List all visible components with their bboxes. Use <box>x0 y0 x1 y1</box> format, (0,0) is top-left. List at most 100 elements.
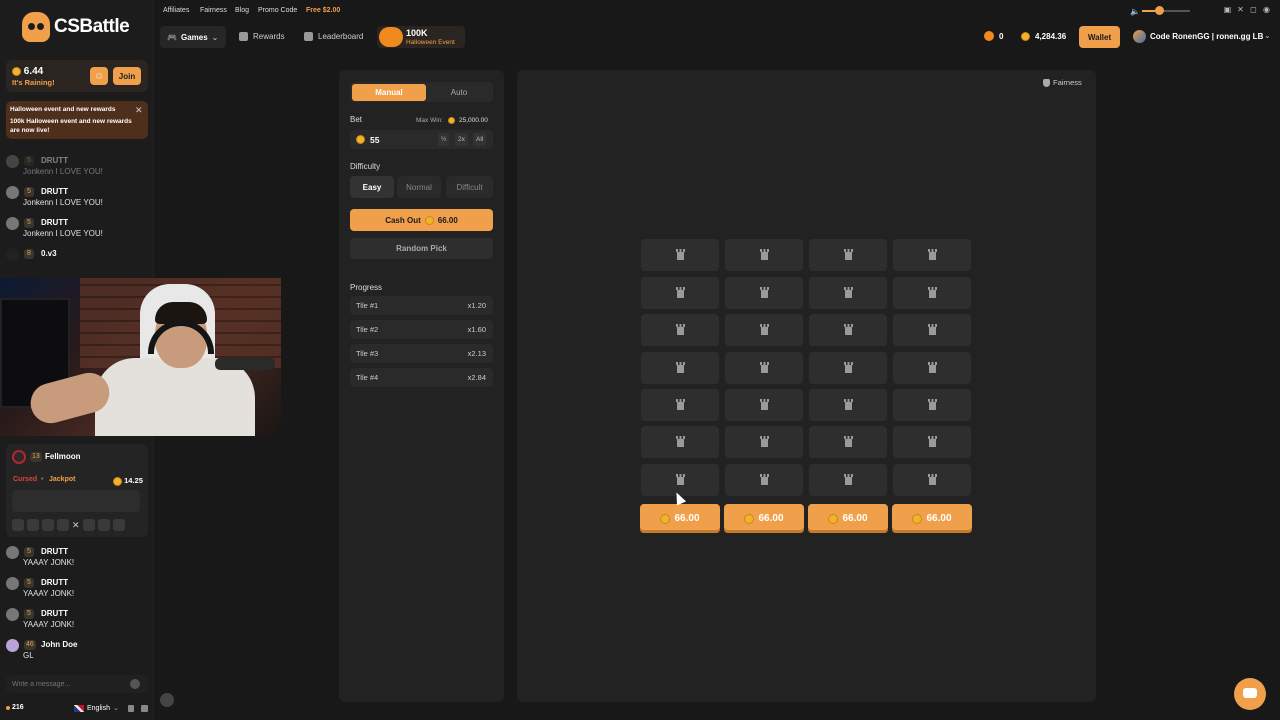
tower-tile[interactable] <box>893 464 971 496</box>
tower-tile[interactable] <box>725 464 803 496</box>
avatar[interactable] <box>6 186 19 199</box>
tower-tile[interactable] <box>893 314 971 346</box>
win-username[interactable]: Fellmoon <box>45 452 81 461</box>
chat-text: Jonkenn I LOVE YOU! <box>23 167 103 176</box>
emoji-icon[interactable] <box>130 679 140 689</box>
user-level: 5 <box>24 547 34 557</box>
avatar[interactable] <box>6 546 19 559</box>
tab-auto[interactable]: Auto <box>428 84 490 101</box>
tower-tile[interactable] <box>725 426 803 458</box>
tower-tile[interactable] <box>725 352 803 384</box>
chat-toggle-icon[interactable] <box>160 693 174 707</box>
tower-tile[interactable] <box>893 352 971 384</box>
difficulty-normal[interactable]: Normal <box>397 176 441 198</box>
tab-manual[interactable]: Manual <box>352 84 426 101</box>
tower-tile[interactable] <box>893 277 971 309</box>
close-icon[interactable]: ✕ <box>135 105 143 116</box>
win-amount-value: 14.25 <box>124 476 143 485</box>
affiliates-link[interactable]: Affiliates <box>163 7 189 14</box>
wallet-button[interactable]: Wallet <box>1079 26 1120 48</box>
settings-icon[interactable] <box>141 705 148 712</box>
chat-username[interactable]: DRUTT <box>41 156 68 165</box>
chat-username[interactable]: DRUTT <box>41 547 68 556</box>
chat-username[interactable]: DRUTT <box>41 609 68 618</box>
avatar[interactable] <box>1133 30 1146 43</box>
tower-tile[interactable] <box>725 277 803 309</box>
avatar[interactable] <box>12 450 26 464</box>
volume-slider-handle[interactable] <box>1155 6 1164 15</box>
rules-icon[interactable] <box>128 705 134 712</box>
difficulty-easy[interactable]: Easy <box>350 176 394 198</box>
steam-icon[interactable]: ◉ <box>1262 5 1271 14</box>
payout-tile[interactable]: 66.00 <box>892 504 972 533</box>
payout-value: 66.00 <box>842 513 868 524</box>
x-twitter-icon[interactable]: ✕ <box>1236 5 1245 14</box>
progress-multiplier: x2.13 <box>467 349 486 358</box>
chat-username[interactable]: DRUTT <box>41 218 68 227</box>
tower-tile[interactable] <box>809 426 887 458</box>
avatar[interactable] <box>6 248 19 261</box>
volume-icon[interactable]: 🔈 <box>1130 7 1140 16</box>
tower-tile[interactable] <box>641 352 719 384</box>
tower-tile[interactable] <box>641 389 719 421</box>
tower-tile[interactable] <box>809 352 887 384</box>
brand-logo[interactable]: CSBattle <box>22 10 152 44</box>
tower-tile[interactable] <box>893 389 971 421</box>
tower-tile[interactable] <box>893 426 971 458</box>
fairness-link[interactable]: Fairness <box>200 7 227 14</box>
tower-tile[interactable] <box>641 239 719 271</box>
avatar[interactable] <box>6 639 19 652</box>
promo-code-link[interactable]: Promo Code <box>258 7 297 14</box>
chat-username[interactable]: 0.v3 <box>41 249 57 258</box>
progress-tile: Tile #2 <box>356 325 379 334</box>
chat-username[interactable]: DRUTT <box>41 187 68 196</box>
bet-double-button[interactable]: 2x <box>455 133 468 146</box>
tower-tile[interactable] <box>641 314 719 346</box>
rain-join-button[interactable]: Join <box>113 67 141 85</box>
bet-all-button[interactable]: All <box>473 133 487 146</box>
tower-tile[interactable] <box>809 277 887 309</box>
chevron-down-icon[interactable]: ⌄ <box>1264 31 1271 40</box>
tower-tile[interactable] <box>725 389 803 421</box>
language-selector[interactable]: English ⌄ <box>74 704 119 712</box>
chat-message-input[interactable] <box>12 678 122 690</box>
rain-user-icon[interactable]: ☺ <box>90 67 108 85</box>
tower-tile[interactable] <box>809 464 887 496</box>
nav-rewards[interactable]: Rewards <box>239 32 285 41</box>
payout-tile[interactable]: 66.00 <box>640 504 720 533</box>
tower-tile[interactable] <box>725 239 803 271</box>
chat-username[interactable]: DRUTT <box>41 578 68 587</box>
account-username[interactable]: Code RonenGG | ronen.gg LB <box>1150 32 1263 41</box>
cash-out-button[interactable]: Cash Out 66.00 <box>350 209 493 231</box>
payout-tile[interactable]: 66.00 <box>808 504 888 533</box>
nav-games[interactable]: 🎮 Games ⌄ <box>160 26 226 48</box>
tower-tile[interactable] <box>809 314 887 346</box>
avatar[interactable] <box>6 577 19 590</box>
fairness-button[interactable]: Fairness <box>1043 78 1082 87</box>
discord-icon[interactable]: ▣ <box>1223 5 1232 14</box>
free-bonus-link[interactable]: Free $2.00 <box>306 7 340 14</box>
tower-tile[interactable] <box>641 277 719 309</box>
avatar[interactable] <box>6 608 19 621</box>
tower-tile[interactable] <box>809 239 887 271</box>
difficulty-difficult[interactable]: Difficult <box>446 176 493 198</box>
chat-username[interactable]: John Doe <box>41 640 77 649</box>
chevron-down-icon: ⌄ <box>211 32 219 42</box>
skin-icon <box>12 519 24 531</box>
random-pick-button[interactable]: Random Pick <box>350 238 493 259</box>
tower-tile[interactable] <box>809 389 887 421</box>
payout-tile[interactable]: 66.00 <box>724 504 804 533</box>
online-count: 216 <box>12 704 24 711</box>
tower-icon <box>844 324 853 335</box>
avatar[interactable] <box>6 217 19 230</box>
tower-tile[interactable] <box>641 426 719 458</box>
instagram-icon[interactable]: ◻ <box>1249 5 1258 14</box>
gamepad-icon: 🎮 <box>167 32 177 42</box>
bet-half-button[interactable]: ½ <box>438 133 450 146</box>
blog-link[interactable]: Blog <box>235 7 249 14</box>
bet-amount-input[interactable] <box>370 133 430 146</box>
tower-tile[interactable] <box>893 239 971 271</box>
nav-leaderboard[interactable]: Leaderboard <box>304 32 363 41</box>
tower-tile[interactable] <box>725 314 803 346</box>
avatar[interactable] <box>6 155 19 168</box>
